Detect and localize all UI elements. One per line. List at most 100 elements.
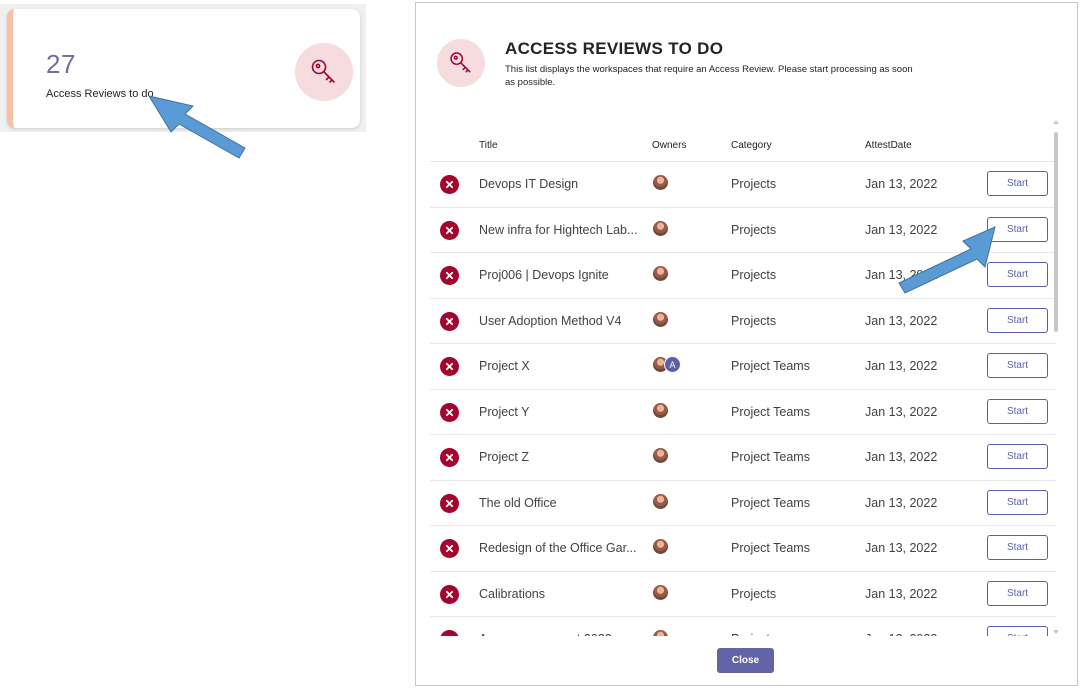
row-title[interactable]: Devops IT Design [479,177,639,191]
row-category: Project Teams [731,541,810,555]
row-title[interactable]: Redesign of the Office Gar... [479,541,639,555]
row-title[interactable]: The old Office [479,496,639,510]
key-icon [295,43,353,101]
card-count: 27 [46,49,76,79]
error-x-icon [440,630,459,636]
avatar[interactable]: A [664,356,681,373]
avatar[interactable] [652,492,669,510]
scroll-thumb[interactable] [1054,132,1058,332]
owners-avatars [652,265,669,282]
row-title[interactable]: Asus new concept 2022 [479,632,639,636]
reviews-table: Title Owners Category AttestDate Devops … [430,128,1056,636]
start-button[interactable]: Start [987,580,1048,606]
owners-avatars [652,538,669,555]
avatar[interactable] [652,538,669,555]
avatar[interactable] [652,629,669,636]
row-category: Projects [731,313,777,328]
error-x-icon [440,402,459,422]
avatar[interactable] [652,401,669,419]
owners-avatars [652,310,669,328]
table-row[interactable]: Project X A Project Teams Jan 13, 2022 S… [430,344,1056,390]
row-attest-date: Jan 13, 2022 [865,177,938,191]
owners-avatars [652,174,669,191]
scrollbar[interactable] [1052,118,1062,636]
row-title[interactable]: Project Y [479,405,639,419]
table-header: Title Owners Category AttestDate [430,128,1056,162]
owners-avatars: A [652,356,681,373]
access-reviews-card[interactable]: 27 Access Reviews to do [7,9,360,128]
row-title[interactable]: Proj006 | Devops Ignite [479,268,639,282]
start-button[interactable]: Start [987,444,1048,469]
table-row[interactable]: Proj006 | Devops Ignite Projects Jan 13,… [430,253,1056,299]
error-x-icon [440,493,459,513]
column-title[interactable]: Title [479,140,498,151]
card-label: Access Reviews to do [46,88,154,100]
start-button[interactable]: Start [987,216,1048,242]
close-button[interactable]: Close [717,648,774,673]
error-x-icon [440,311,459,331]
start-button[interactable]: Start [987,353,1048,378]
row-attest-date: Jan 13, 2022 [865,404,938,419]
row-attest-date: Jan 13, 2022 [865,541,938,555]
row-category: Project Teams [731,495,810,510]
table-row[interactable]: Asus new concept 2022 Projects Jan 13, 2… [430,617,1056,636]
row-attest-date: Jan 13, 2022 [865,359,938,373]
row-attest-date: Jan 13, 2022 [865,586,938,601]
row-category: Projects [731,177,777,191]
error-x-icon [440,220,459,240]
owners-avatars [652,447,669,464]
owners-avatars [652,629,669,636]
row-title[interactable]: User Adoption Method V4 [479,314,639,328]
column-attest-date[interactable]: AttestDate [865,140,912,151]
table-row[interactable]: New infra for Hightech Lab... Projects J… [430,208,1056,253]
scroll-down-arrow[interactable] [1053,630,1059,634]
row-category: Projects [731,268,777,282]
scroll-up-arrow[interactable] [1053,120,1059,124]
row-category: Project Teams [731,359,810,373]
table-row[interactable]: The old Office Project Teams Jan 13, 202… [430,481,1056,526]
row-attest-date: Jan 13, 2022 [865,495,938,510]
table-row[interactable]: Calibrations Projects Jan 13, 2022 Start [430,572,1056,617]
start-button[interactable]: Start [987,626,1048,636]
row-category: Project Teams [731,450,810,464]
row-category: Project Teams [731,404,810,419]
avatar[interactable] [652,447,669,464]
error-x-icon [440,539,459,558]
row-attest-date: Jan 13, 2022 [865,268,938,282]
dialog-description: This list displays the workspaces that r… [505,64,913,88]
row-attest-date: Jan 13, 2022 [865,222,938,237]
row-category: Projects [731,586,777,601]
table-row[interactable]: Devops IT Design Projects Jan 13, 2022 S… [430,162,1056,208]
row-title[interactable]: Project X [479,359,639,373]
dialog-title: ACCESS REVIEWS TO DO [505,39,724,58]
start-button[interactable]: Start [987,171,1048,196]
row-title[interactable]: Project Z [479,450,639,464]
owners-avatars [652,492,669,510]
start-button[interactable]: Start [987,398,1048,424]
avatar[interactable] [652,265,669,282]
row-title[interactable]: Calibrations [479,587,639,601]
error-x-icon [440,448,459,467]
owners-avatars [652,401,669,419]
row-title[interactable]: New infra for Hightech Lab... [479,223,639,237]
start-button[interactable]: Start [987,535,1048,560]
table-row[interactable]: Project Y Project Teams Jan 13, 2022 Sta… [430,390,1056,435]
avatar[interactable] [652,174,669,191]
column-category[interactable]: Category [731,140,772,151]
error-x-icon [440,584,459,604]
avatar[interactable] [652,310,669,328]
key-icon [437,39,485,87]
start-button[interactable]: Start [987,262,1048,287]
row-attest-date: Jan 13, 2022 [865,632,937,636]
table-row[interactable]: Redesign of the Office Gar... Project Te… [430,526,1056,572]
column-owners[interactable]: Owners [652,140,686,151]
table-body: Devops IT Design Projects Jan 13, 2022 S… [430,162,1056,636]
table-row[interactable]: User Adoption Method V4 Projects Jan 13,… [430,299,1056,344]
avatar[interactable] [652,219,669,237]
avatar[interactable] [652,583,669,601]
start-button[interactable]: Start [987,489,1048,515]
start-button[interactable]: Start [987,307,1048,333]
row-attest-date: Jan 13, 2022 [865,313,938,328]
table-row[interactable]: Project Z Project Teams Jan 13, 2022 Sta… [430,435,1056,481]
error-x-icon [440,266,459,285]
